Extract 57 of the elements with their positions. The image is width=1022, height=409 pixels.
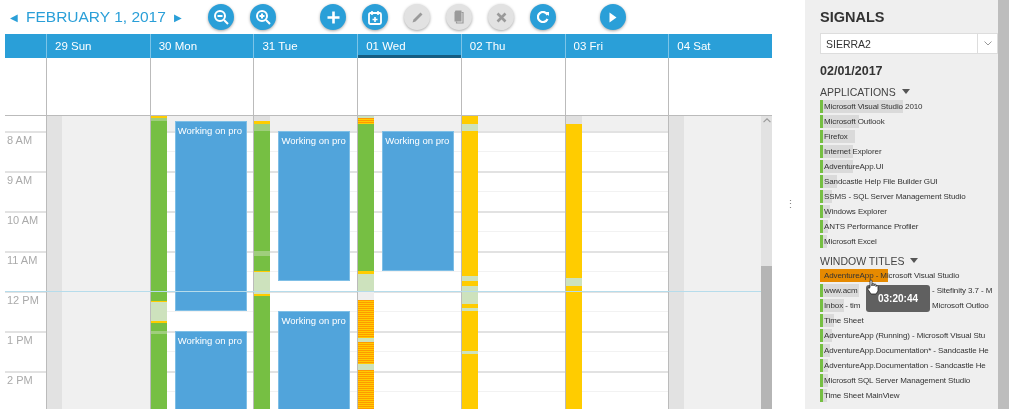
hour-label: 11 AM (7, 254, 38, 266)
play-button[interactable] (600, 4, 626, 30)
date-title: FEBRUARY 1, 2017 (26, 8, 166, 26)
caret-down-icon (901, 89, 910, 94)
caret-down-icon (910, 258, 919, 263)
calendar-add-button[interactable] (362, 4, 388, 30)
add-button[interactable] (320, 4, 346, 30)
splitter-handle[interactable]: ⋮ (784, 198, 796, 211)
scrollbar[interactable] (761, 116, 772, 409)
signal-item[interactable]: SSMS - SQL Server Management Studio (820, 192, 966, 201)
signal-item[interactable]: - Sitefinity 3.7 - M (932, 286, 993, 295)
signal-item[interactable]: Firefox (820, 132, 848, 141)
signal-item[interactable]: Time Sheet (820, 316, 864, 325)
section-header[interactable]: WINDOW TITLES (820, 254, 998, 267)
device-dropdown[interactable]: SIERRA2 (820, 33, 998, 54)
signal-item[interactable]: www.acm (820, 286, 858, 295)
play-icon (609, 11, 617, 23)
scrollbar[interactable] (998, 0, 1009, 409)
signal-item[interactable]: Windows Explorer (820, 207, 887, 216)
signal-item[interactable]: Microsoft Outlook (820, 117, 885, 126)
hour-label: 2 PM (7, 374, 33, 386)
hour-label: 1 PM (7, 334, 33, 346)
copy-icon (454, 10, 464, 24)
calendar-add-icon (368, 9, 382, 25)
hand-cursor-icon (867, 279, 879, 295)
hour-label: 9 AM (7, 174, 33, 186)
panel-title: SIGNALS (820, 9, 886, 25)
signal-item[interactable]: AdventureApp.Documentation - Sandcastle He (820, 361, 986, 370)
delete-icon (495, 11, 507, 23)
signal-item[interactable]: Time Sheet MainView (820, 391, 900, 400)
signal-item[interactable]: AdventureApp.Documentation* - Sandcastle He (820, 346, 989, 355)
refresh-button[interactable] (530, 4, 556, 30)
zoom-out-button[interactable] (208, 4, 234, 30)
signal-item[interactable]: AdventureApp (Running) - Microsoft Visual Stu (820, 331, 986, 340)
hour-label: 12 PM (7, 294, 39, 306)
pencil-icon (411, 11, 423, 23)
zoom-out-icon (213, 9, 229, 25)
zoom-in-button[interactable] (250, 4, 276, 30)
selected-date: 02/01/2017 (820, 64, 884, 78)
signal-item[interactable]: Microsoft Visual Studio 2010 (820, 102, 923, 111)
signal-item[interactable]: Microsoft Excel (820, 237, 877, 246)
signal-item[interactable]: Internet Explorer (820, 147, 882, 156)
signal-item[interactable]: Inbox - tim (820, 301, 861, 310)
signal-item[interactable]: ANTS Performance Profiler (820, 222, 919, 231)
signal-item[interactable]: AdventureApp.UI (820, 162, 884, 171)
signal-item[interactable]: Microsoft SQL Server Management Studio (820, 376, 971, 385)
chevron-down-icon (983, 41, 992, 46)
signal-item[interactable]: Microsoft Outloo (932, 301, 989, 310)
caret-up-icon[interactable] (763, 118, 771, 123)
hour-label: 8 AM (7, 134, 33, 146)
plus-icon (326, 10, 340, 24)
refresh-icon (536, 11, 550, 23)
signal-item[interactable]: Sandcastle Help File Builder GUI (820, 177, 938, 186)
tooltip: 03:20:44 (866, 285, 930, 312)
section-header[interactable]: APPLICATIONS (820, 85, 998, 98)
zoom-in-icon (255, 9, 271, 25)
hour-label: 10 AM (7, 214, 39, 226)
